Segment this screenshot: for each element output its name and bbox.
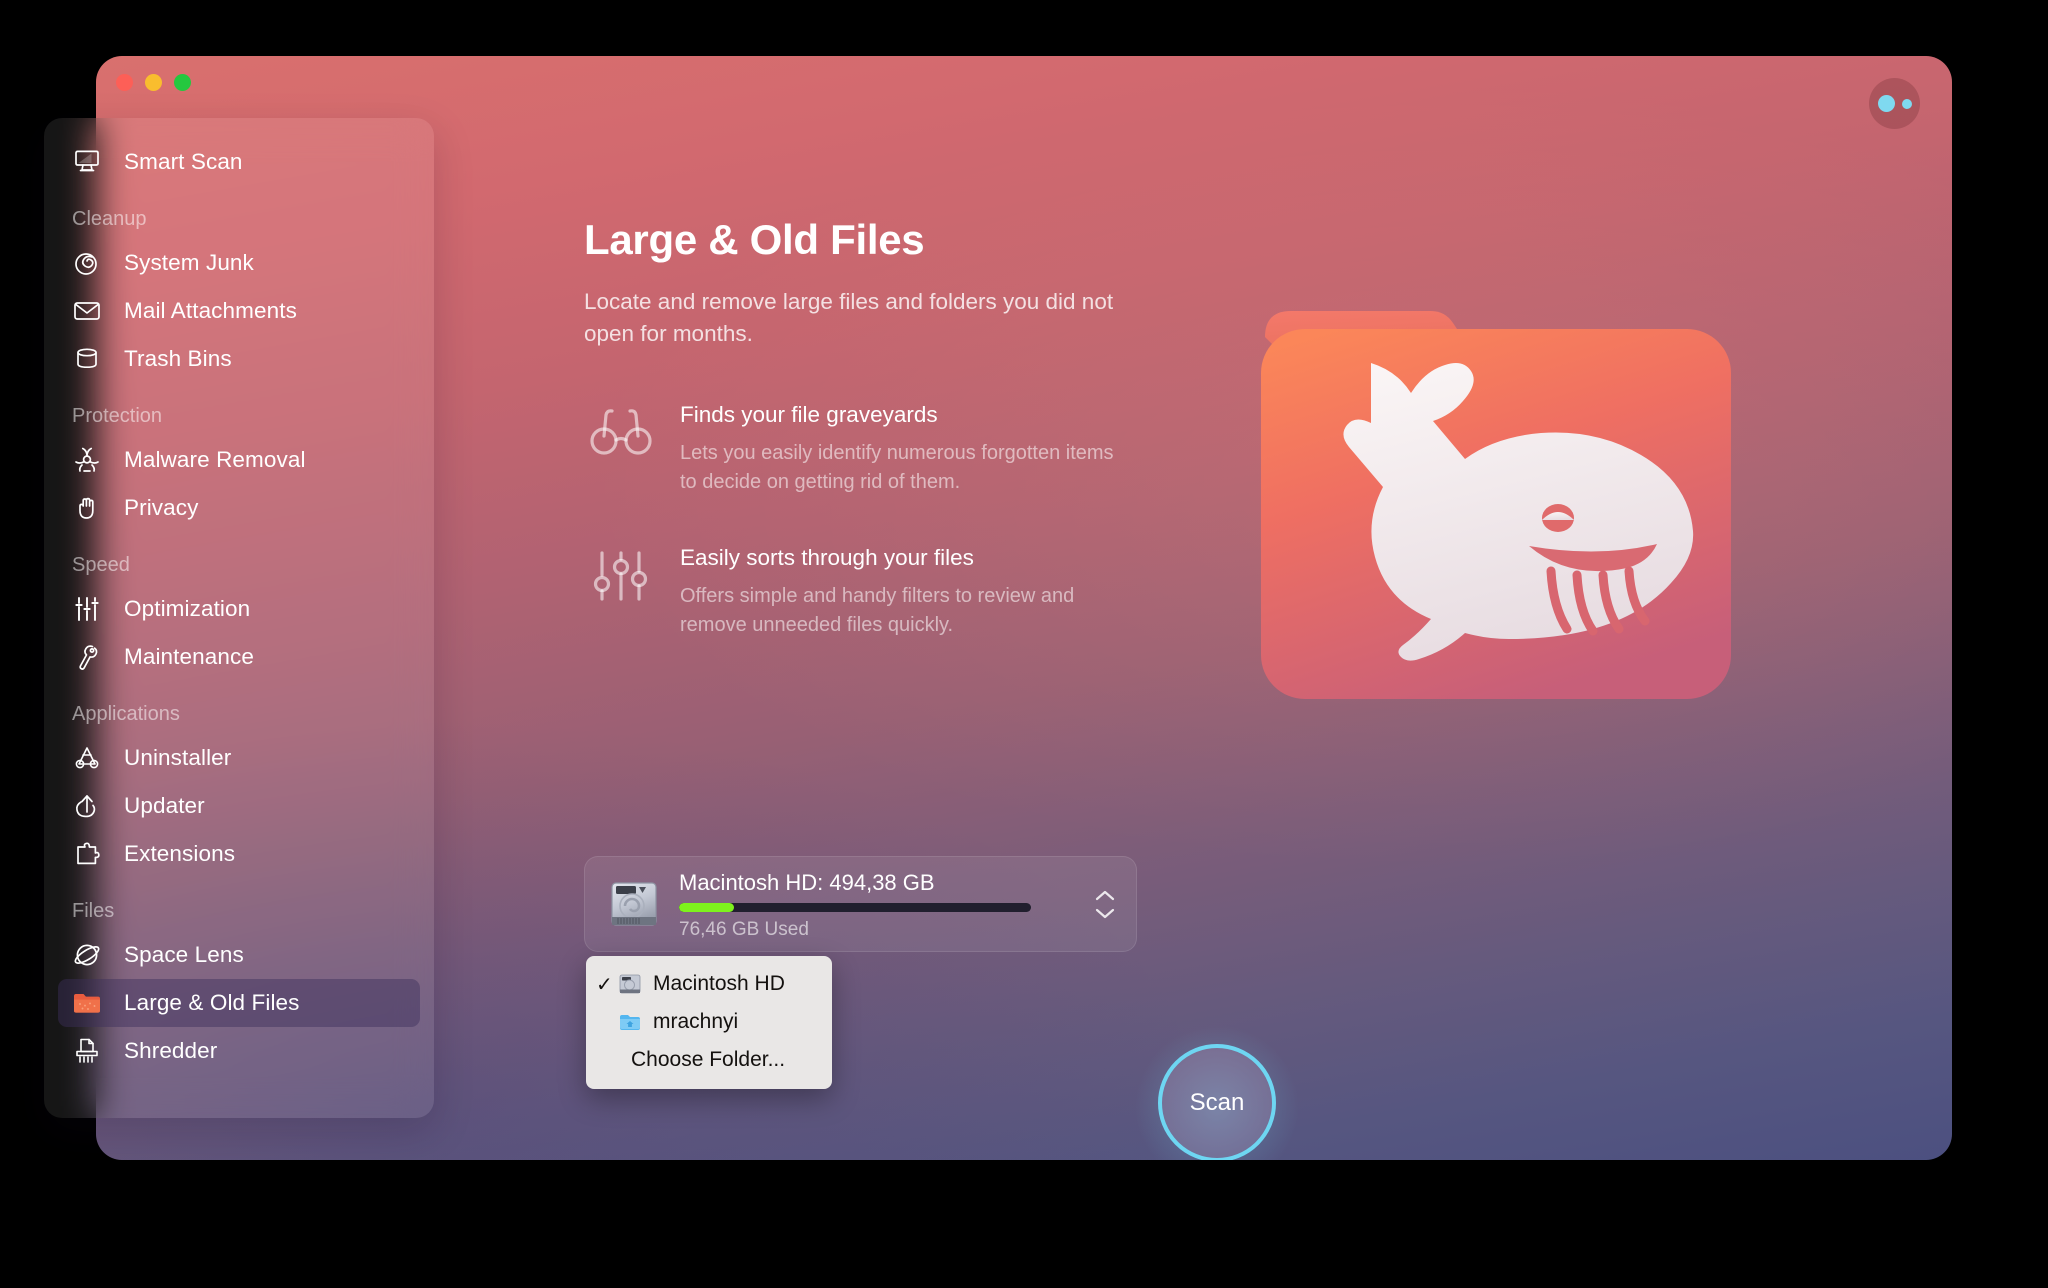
blue-folder-icon bbox=[618, 1010, 644, 1034]
disk-usage-fill bbox=[679, 902, 734, 912]
updater-icon bbox=[72, 791, 102, 821]
feature-row: Easily sorts through your files Offers s… bbox=[584, 545, 1224, 640]
sidebar-item-malware-removal[interactable]: Malware Removal bbox=[58, 436, 420, 484]
sidebar-item-system-junk[interactable]: System Junk bbox=[58, 239, 420, 287]
glasses-icon bbox=[584, 402, 658, 458]
sidebar-item-space-lens[interactable]: Space Lens bbox=[58, 931, 420, 979]
sidebar-item-label: Extensions bbox=[124, 841, 236, 866]
assistant-button[interactable] bbox=[1869, 78, 1920, 129]
sidebar-item-optimization[interactable]: Optimization bbox=[58, 585, 420, 633]
page-description: Locate and remove large files and folder… bbox=[584, 289, 1114, 346]
dropdown-item-mrachnyi[interactable]: mrachnyi bbox=[586, 1003, 832, 1041]
feature-title: Easily sorts through your files bbox=[680, 544, 974, 570]
dropdown-item-label: Macintosh HD bbox=[653, 972, 785, 995]
feature-subtitle: Offers simple and handy filters to revie… bbox=[680, 584, 1075, 636]
feature-title: Finds your file graveyards bbox=[680, 401, 938, 427]
disk-dropdown-menu[interactable]: ✓ Macintosh HD mrachnyi Choose Folder... bbox=[586, 956, 832, 1089]
feature-subtitle: Lets you easily identify numerous forgot… bbox=[680, 441, 1114, 493]
sidebar-item-label: Space Lens bbox=[124, 942, 244, 967]
screen: Large & Old Files Locate and remove larg… bbox=[0, 0, 2048, 1288]
sidebar-item-label: Mail Attachments bbox=[124, 298, 297, 323]
sidebar-group-protection: Protection bbox=[72, 405, 163, 427]
minimize-button[interactable] bbox=[145, 74, 162, 91]
maximize-button[interactable] bbox=[174, 74, 191, 91]
hard-disk-icon bbox=[605, 875, 663, 933]
scan-button-wrapper: Scan bbox=[1132, 1022, 1302, 1160]
disk-name: Macintosh HD: 494,38 GB bbox=[679, 869, 935, 895]
sidebar-item-label: System Junk bbox=[124, 250, 254, 275]
disk-used-label: 76,46 GB Used bbox=[679, 918, 809, 940]
dropdown-item-macintosh-hd[interactable]: ✓ Macintosh HD bbox=[586, 965, 832, 1003]
disk-usage-bar bbox=[679, 902, 1031, 912]
feature-row: Finds your file graveyards Lets you easi… bbox=[584, 402, 1224, 497]
sidebar-group-files: Files bbox=[72, 900, 115, 922]
assistant-dot-small-icon bbox=[1901, 98, 1912, 109]
hand-icon bbox=[72, 493, 102, 523]
sidebar-group-applications: Applications bbox=[72, 703, 180, 725]
stepper-icon[interactable] bbox=[1092, 889, 1118, 920]
folder-icon bbox=[72, 988, 102, 1018]
whale-folder-icon bbox=[1251, 271, 1741, 731]
sidebar-item-uninstaller[interactable]: Uninstaller bbox=[58, 734, 420, 782]
page-title: Large & Old Files bbox=[584, 216, 925, 263]
scan-button-label: Scan bbox=[1189, 1089, 1245, 1116]
sidebar-item-smart-scan[interactable]: Smart Scan bbox=[58, 138, 420, 186]
sidebar-item-trash-bins[interactable]: Trash Bins bbox=[58, 335, 420, 383]
sidebar-item-label: Trash Bins bbox=[124, 346, 232, 371]
sidebar-item-label: Malware Removal bbox=[124, 447, 306, 472]
mail-icon bbox=[72, 296, 102, 326]
sidebar-item-label: Privacy bbox=[124, 495, 199, 520]
shredder-icon bbox=[72, 1036, 102, 1066]
sidebar-group-speed: Speed bbox=[72, 554, 130, 576]
dropdown-item-label: Choose Folder... bbox=[631, 1048, 786, 1071]
system-junk-icon bbox=[72, 248, 102, 278]
biohazard-icon bbox=[72, 445, 102, 475]
sidebar-item-mail-attachments[interactable]: Mail Attachments bbox=[58, 287, 420, 335]
sidebar-item-updater[interactable]: Updater bbox=[58, 782, 420, 830]
sidebar-item-shredder[interactable]: Shredder bbox=[58, 1027, 420, 1075]
sliders-icon bbox=[72, 594, 102, 624]
checkmark-icon: ✓ bbox=[596, 973, 613, 996]
trash-icon bbox=[72, 344, 102, 374]
sidebar-item-label: Maintenance bbox=[124, 644, 254, 669]
sidebar-item-label: Smart Scan bbox=[124, 149, 243, 174]
main-content: Large & Old Files Locate and remove larg… bbox=[584, 216, 1224, 1089]
sidebar-item-label: Optimization bbox=[124, 596, 251, 621]
sidebar-item-extensions[interactable]: Extensions bbox=[58, 830, 420, 878]
sidebar-item-label: Uninstaller bbox=[124, 745, 232, 770]
wrench-icon bbox=[72, 642, 102, 672]
uninstaller-icon bbox=[72, 743, 102, 773]
close-button[interactable] bbox=[116, 74, 133, 91]
dropdown-item-choose-folder[interactable]: Choose Folder... bbox=[586, 1041, 832, 1079]
window-controls bbox=[116, 74, 191, 91]
sidebar-item-large-and-old-files[interactable]: Large & Old Files bbox=[58, 979, 420, 1027]
smart-scan-icon bbox=[72, 147, 102, 177]
disk-selector[interactable]: Macintosh HD: 494,38 GB 76,46 GB Used bbox=[584, 856, 1137, 952]
sidebar-item-label: Large & Old Files bbox=[124, 990, 300, 1015]
puzzle-icon bbox=[72, 839, 102, 869]
sidebar-item-label: Updater bbox=[124, 793, 205, 818]
scan-button[interactable]: Scan bbox=[1158, 1044, 1276, 1160]
sliders-icon bbox=[584, 545, 658, 605]
sidebar-group-cleanup: Cleanup bbox=[72, 208, 147, 230]
dropdown-item-label: mrachnyi bbox=[653, 1010, 739, 1033]
assistant-dot-large-icon bbox=[1877, 95, 1895, 112]
sidebar: Smart Scan Cleanup System Junk Mail Atta… bbox=[44, 118, 434, 1118]
sidebar-item-maintenance[interactable]: Maintenance bbox=[58, 633, 420, 681]
space-lens-icon bbox=[72, 940, 102, 970]
sidebar-item-privacy[interactable]: Privacy bbox=[58, 484, 420, 532]
hard-disk-icon bbox=[618, 972, 644, 996]
sidebar-item-label: Shredder bbox=[124, 1038, 218, 1063]
